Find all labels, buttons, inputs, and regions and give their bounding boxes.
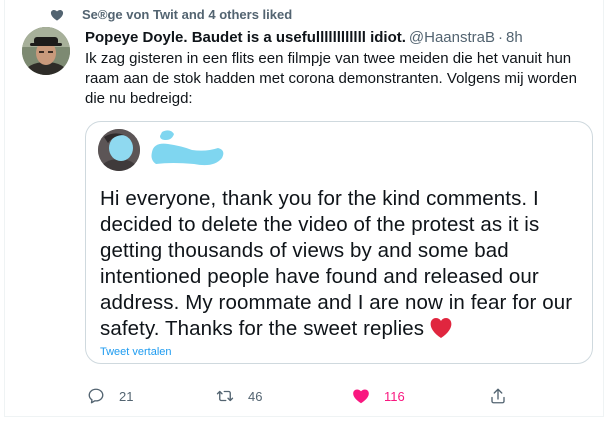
reply-count: 21 <box>119 388 134 404</box>
avatar-image <box>22 27 70 75</box>
like-count: 116 <box>384 388 405 404</box>
avatar[interactable] <box>22 27 70 75</box>
quoted-avatar[interactable] <box>98 129 140 171</box>
tweet-card[interactable]: Se®ge von Twit and 4 others liked Popeye… <box>4 0 604 417</box>
redacted-name <box>151 130 224 166</box>
quoted-text: Hi everyone, thank you for the kind comm… <box>100 186 578 342</box>
translate-link[interactable]: Tweet vertalen <box>100 346 172 358</box>
separator-dot: · <box>498 29 504 46</box>
heart-filled-icon <box>353 389 369 404</box>
quoted-tweet[interactable]: Hi everyone, thank you for the kind comm… <box>85 121 593 364</box>
reply-button[interactable]: 21 <box>87 385 133 407</box>
red-heart-emoji-icon <box>430 318 452 338</box>
retweet-icon <box>216 390 234 402</box>
retweet-count: 46 <box>248 388 263 404</box>
tweet-text: Ik zag gisteren in een flits een filmpje… <box>85 50 577 107</box>
retweet-button[interactable]: 46 <box>216 385 262 407</box>
handle[interactable]: @HaanstraB <box>409 29 495 46</box>
heart-icon <box>50 9 64 21</box>
share-button[interactable] <box>489 385 507 407</box>
like-button[interactable]: 116 <box>352 385 405 407</box>
tweet-header: Popeye Doyle. Baudet is a usefulllllllll… <box>85 28 585 48</box>
display-name[interactable]: Popeye Doyle. Baudet is a usefulllllllll… <box>85 29 406 46</box>
reply-icon <box>88 388 104 404</box>
quoted-text-body: Hi everyone, thank you for the kind comm… <box>100 187 573 340</box>
share-icon <box>491 388 505 404</box>
quoted-avatar-image <box>98 129 140 171</box>
action-bar: 21 46 116 <box>85 385 585 407</box>
timestamp[interactable]: 8h <box>506 29 523 46</box>
social-context-text[interactable]: Se®ge von Twit and 4 others liked <box>82 7 292 22</box>
